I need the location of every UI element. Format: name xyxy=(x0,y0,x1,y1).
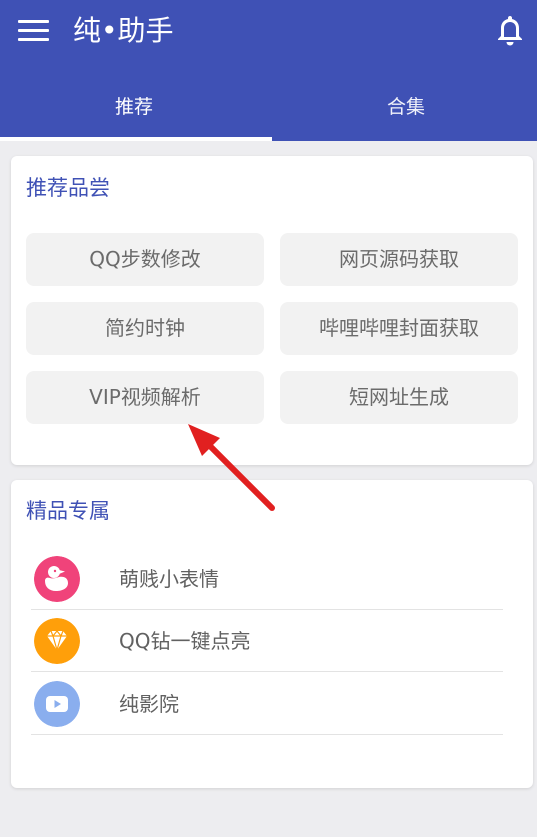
qq-steps-button[interactable]: QQ步数修改 xyxy=(26,233,264,286)
recommend-section-title: 推荐品尝 xyxy=(26,176,110,200)
menu-icon[interactable] xyxy=(18,18,49,42)
app-bar: 纯•助手 推荐 合集 xyxy=(0,0,537,141)
short-url-button[interactable]: 短网址生成 xyxy=(280,371,518,424)
tab-indicator xyxy=(0,137,272,141)
vip-video-button[interactable]: VIP视频解析 xyxy=(26,371,264,424)
duck-icon xyxy=(34,556,80,602)
recommend-card: 推荐品尝 QQ步数修改 网页源码获取 简约时钟 哔哩哔哩封面获取 VIP视频解析… xyxy=(11,156,533,465)
list-item-meme-stickers[interactable]: 萌贱小表情 xyxy=(31,548,503,610)
list-item-cinema[interactable]: 纯影院 xyxy=(31,673,503,735)
play-icon xyxy=(34,681,80,727)
bell-icon[interactable] xyxy=(495,14,525,46)
divider xyxy=(31,734,503,735)
item-label: 萌贱小表情 xyxy=(119,567,219,591)
app-title: 纯•助手 xyxy=(73,14,174,47)
premium-section-title: 精品专属 xyxy=(26,499,110,523)
item-label: QQ钻一键点亮 xyxy=(119,629,251,653)
bilibili-cover-button[interactable]: 哔哩哔哩封面获取 xyxy=(280,302,518,355)
tab-recommend[interactable]: 推荐 xyxy=(0,76,268,138)
tab-collection[interactable]: 合集 xyxy=(272,76,537,138)
diamond-icon xyxy=(34,618,80,664)
premium-card: 精品专属 萌贱小表情 QQ钻一键点亮 纯影院 xyxy=(11,480,533,788)
simple-clock-button[interactable]: 简约时钟 xyxy=(26,302,264,355)
list-item-qq-diamond[interactable]: QQ钻一键点亮 xyxy=(31,610,503,672)
item-label: 纯影院 xyxy=(119,692,179,716)
webpage-source-button[interactable]: 网页源码获取 xyxy=(280,233,518,286)
divider xyxy=(31,671,503,672)
